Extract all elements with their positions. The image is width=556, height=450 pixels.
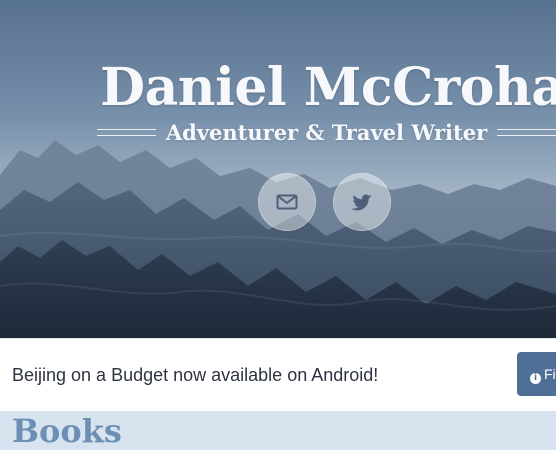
announcement-bar: Beijing on a Budget now available on And… [0,338,556,412]
books-heading: Books [12,412,122,450]
mountain-background [0,0,556,338]
cta-button-label: Fi [544,366,556,382]
subtitle-row: Adventurer & Travel Writer [97,117,556,147]
find-out-more-button[interactable]: i Fi [517,352,556,396]
email-button[interactable] [258,173,316,231]
site-subtitle: Adventurer & Travel Writer [165,119,488,145]
twitter-icon [351,194,372,211]
left-decorative-rule [97,128,156,136]
page: Daniel McCrohan Adventurer & Travel Writ… [0,0,556,450]
announcement-text: Beijing on a Budget now available on And… [12,365,379,385]
envelope-icon [276,194,298,210]
right-decorative-rule [497,128,556,136]
info-icon: i [530,373,541,384]
site-title: Daniel McCrohan [100,57,556,118]
hero-header: Daniel McCrohan Adventurer & Travel Writ… [0,0,556,338]
twitter-button[interactable] [333,173,391,231]
books-section: Books [0,411,556,450]
